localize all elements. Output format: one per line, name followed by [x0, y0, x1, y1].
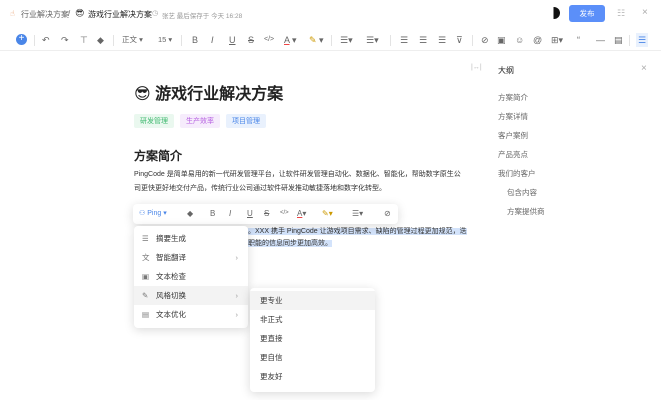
- summary-icon: ☰: [142, 234, 149, 243]
- redo-icon[interactable]: ↷: [61, 33, 69, 47]
- bold-icon[interactable]: B: [210, 209, 215, 218]
- publish-button[interactable]: 发布: [569, 5, 605, 22]
- outline-item[interactable]: 方案详情: [498, 111, 528, 122]
- bullet-list-icon[interactable]: ☰: [419, 33, 427, 47]
- sunglasses-emoji-icon: 😎: [134, 86, 151, 103]
- ai-ping-dropdown[interactable]: ⚇ Ping ▾: [139, 209, 167, 217]
- header: ☝ 行业解决方案 / 😎 游戏行业解决方案 ◷ 张艺 最后保存于 今天 16:2…: [0, 0, 661, 27]
- style-option[interactable]: 更自信: [250, 348, 375, 367]
- brush-icon: ✎: [142, 291, 149, 300]
- style-option[interactable]: 更专业: [250, 291, 375, 310]
- link-icon[interactable]: ⊘: [384, 209, 391, 218]
- align-icon[interactable]: ☰▾: [352, 209, 363, 218]
- strikethrough-icon[interactable]: S: [264, 209, 269, 218]
- emoji-icon[interactable]: ☺: [515, 33, 524, 47]
- breadcrumb-current: 游戏行业解决方案: [88, 10, 152, 19]
- clock-icon: ◷: [152, 10, 159, 17]
- code-icon[interactable]: </>: [280, 210, 289, 216]
- avatar[interactable]: [548, 7, 560, 19]
- code-icon[interactable]: </>: [264, 33, 274, 47]
- breadcrumb-parent[interactable]: 行业解决方案: [21, 9, 69, 20]
- underline-icon[interactable]: U: [229, 33, 236, 47]
- hand-icon: ☝: [10, 9, 15, 18]
- ai-menu: ☰ 摘要生成 文智能翻译 › ▣ 文本检查 ✎ 风格切换 › ▤ 文本优化 ›: [134, 226, 248, 328]
- eraser-icon[interactable]: ◆: [187, 209, 193, 218]
- section-heading[interactable]: 方案简介: [134, 147, 182, 164]
- breadcrumb-separator: /: [68, 9, 71, 18]
- editor-toolbar: + ↶ ↷ ⊤ ◆ 正文 ▾ 15 ▾ B I U S </> A ▾ ✎ ▾ …: [0, 29, 661, 51]
- tag[interactable]: 生产效率: [180, 114, 220, 128]
- outline-item[interactable]: 产品亮点: [498, 149, 528, 160]
- list-icon[interactable]: ☷: [617, 8, 625, 19]
- tag[interactable]: 研发管理: [134, 114, 174, 128]
- highlight-icon[interactable]: ✎▾: [322, 209, 333, 218]
- outline-item[interactable]: 我们的客户: [498, 168, 536, 179]
- close-outline-icon[interactable]: ×: [641, 63, 647, 74]
- strikethrough-icon[interactable]: S: [248, 33, 254, 47]
- chevron-right-icon: ›: [235, 291, 239, 300]
- menu-item-check[interactable]: ▣ 文本检查: [134, 267, 248, 286]
- selected-text[interactable]: 。XXX 携手 PingCode 让游戏项目需求、缺陷的管理过程更加规范，迭 职能…: [248, 226, 467, 250]
- bold-icon[interactable]: B: [192, 33, 198, 47]
- close-icon[interactable]: ×: [642, 7, 648, 18]
- template-icon[interactable]: ▤: [614, 33, 623, 47]
- divider-icon[interactable]: —: [596, 33, 605, 47]
- undo-icon[interactable]: ↶: [42, 33, 50, 47]
- tag-list: 研发管理 生产效率 项目管理: [134, 114, 272, 128]
- italic-icon[interactable]: I: [229, 209, 231, 218]
- collapse-outline-icon[interactable]: |↔|: [471, 64, 482, 71]
- style-submenu: 更专业 非正式 更直接 更自信 更友好: [250, 288, 375, 392]
- floating-toolbar: ⚇ Ping ▾ ◆ B I U S </> A▾ ✎▾ ☰▾ ⊘: [133, 204, 398, 224]
- link-icon[interactable]: ⊘: [481, 33, 489, 47]
- doc-title[interactable]: 😎 游戏行业解决方案: [134, 80, 283, 104]
- quote-icon[interactable]: “: [577, 33, 580, 47]
- highlight-icon[interactable]: ✎ ▾: [309, 33, 324, 47]
- collapse-icon[interactable]: ⊽: [456, 33, 463, 47]
- outline-toggle-icon[interactable]: ☰: [636, 33, 649, 47]
- ordered-list-icon[interactable]: ☰: [400, 33, 408, 47]
- font-color-icon[interactable]: A▾: [297, 209, 306, 218]
- tag[interactable]: 项目管理: [226, 114, 266, 128]
- outline-item[interactable]: 方案提供商: [507, 206, 545, 217]
- translate-icon: 文: [142, 253, 150, 262]
- outline-title: 大纲: [498, 66, 514, 75]
- check-icon: ▣: [142, 272, 150, 281]
- task-list-icon[interactable]: ☰: [438, 33, 446, 47]
- indent-icon[interactable]: ☰▾: [366, 33, 379, 47]
- table-icon[interactable]: ⊞▾: [551, 33, 563, 47]
- menu-item-style[interactable]: ✎ 风格切换 ›: [134, 286, 248, 305]
- style-option[interactable]: 更友好: [250, 367, 375, 386]
- insert-plus-button[interactable]: +: [16, 34, 27, 45]
- font-size-select[interactable]: 15 ▾: [158, 33, 172, 47]
- chevron-right-icon: ›: [235, 253, 239, 262]
- mention-icon[interactable]: @: [533, 33, 542, 47]
- style-option[interactable]: 非正式: [250, 310, 375, 329]
- chevron-right-icon: ›: [235, 310, 239, 319]
- outline-item[interactable]: 包含内容: [507, 187, 537, 198]
- sunglasses-emoji-icon: 😎: [75, 8, 85, 18]
- paragraph[interactable]: PingCode 是简单易用的新一代研发管理平台，让软件研发管理自动化、数据化、…: [134, 168, 474, 196]
- menu-item-summary[interactable]: ☰ 摘要生成: [134, 229, 248, 248]
- italic-icon[interactable]: I: [211, 33, 214, 47]
- align-icon[interactable]: ☰▾: [340, 33, 353, 47]
- menu-item-optimize[interactable]: ▤ 文本优化 ›: [134, 305, 248, 324]
- underline-icon[interactable]: U: [247, 209, 253, 218]
- style-option[interactable]: 更直接: [250, 329, 375, 348]
- save-status: 张艺 最后保存于 今天 16:28: [162, 13, 243, 20]
- menu-item-translate[interactable]: 文智能翻译 ›: [134, 248, 248, 267]
- optimize-icon: ▤: [142, 310, 150, 319]
- font-color-icon[interactable]: A ▾: [284, 33, 297, 47]
- paragraph-style-select[interactable]: 正文 ▾: [122, 33, 143, 47]
- outline-item[interactable]: 方案简介: [498, 92, 528, 103]
- eraser-icon[interactable]: ◆: [97, 33, 104, 47]
- outline-item[interactable]: 客户案例: [498, 130, 528, 141]
- format-painter-icon[interactable]: ⊤: [80, 33, 88, 47]
- image-icon[interactable]: ▣: [497, 33, 506, 47]
